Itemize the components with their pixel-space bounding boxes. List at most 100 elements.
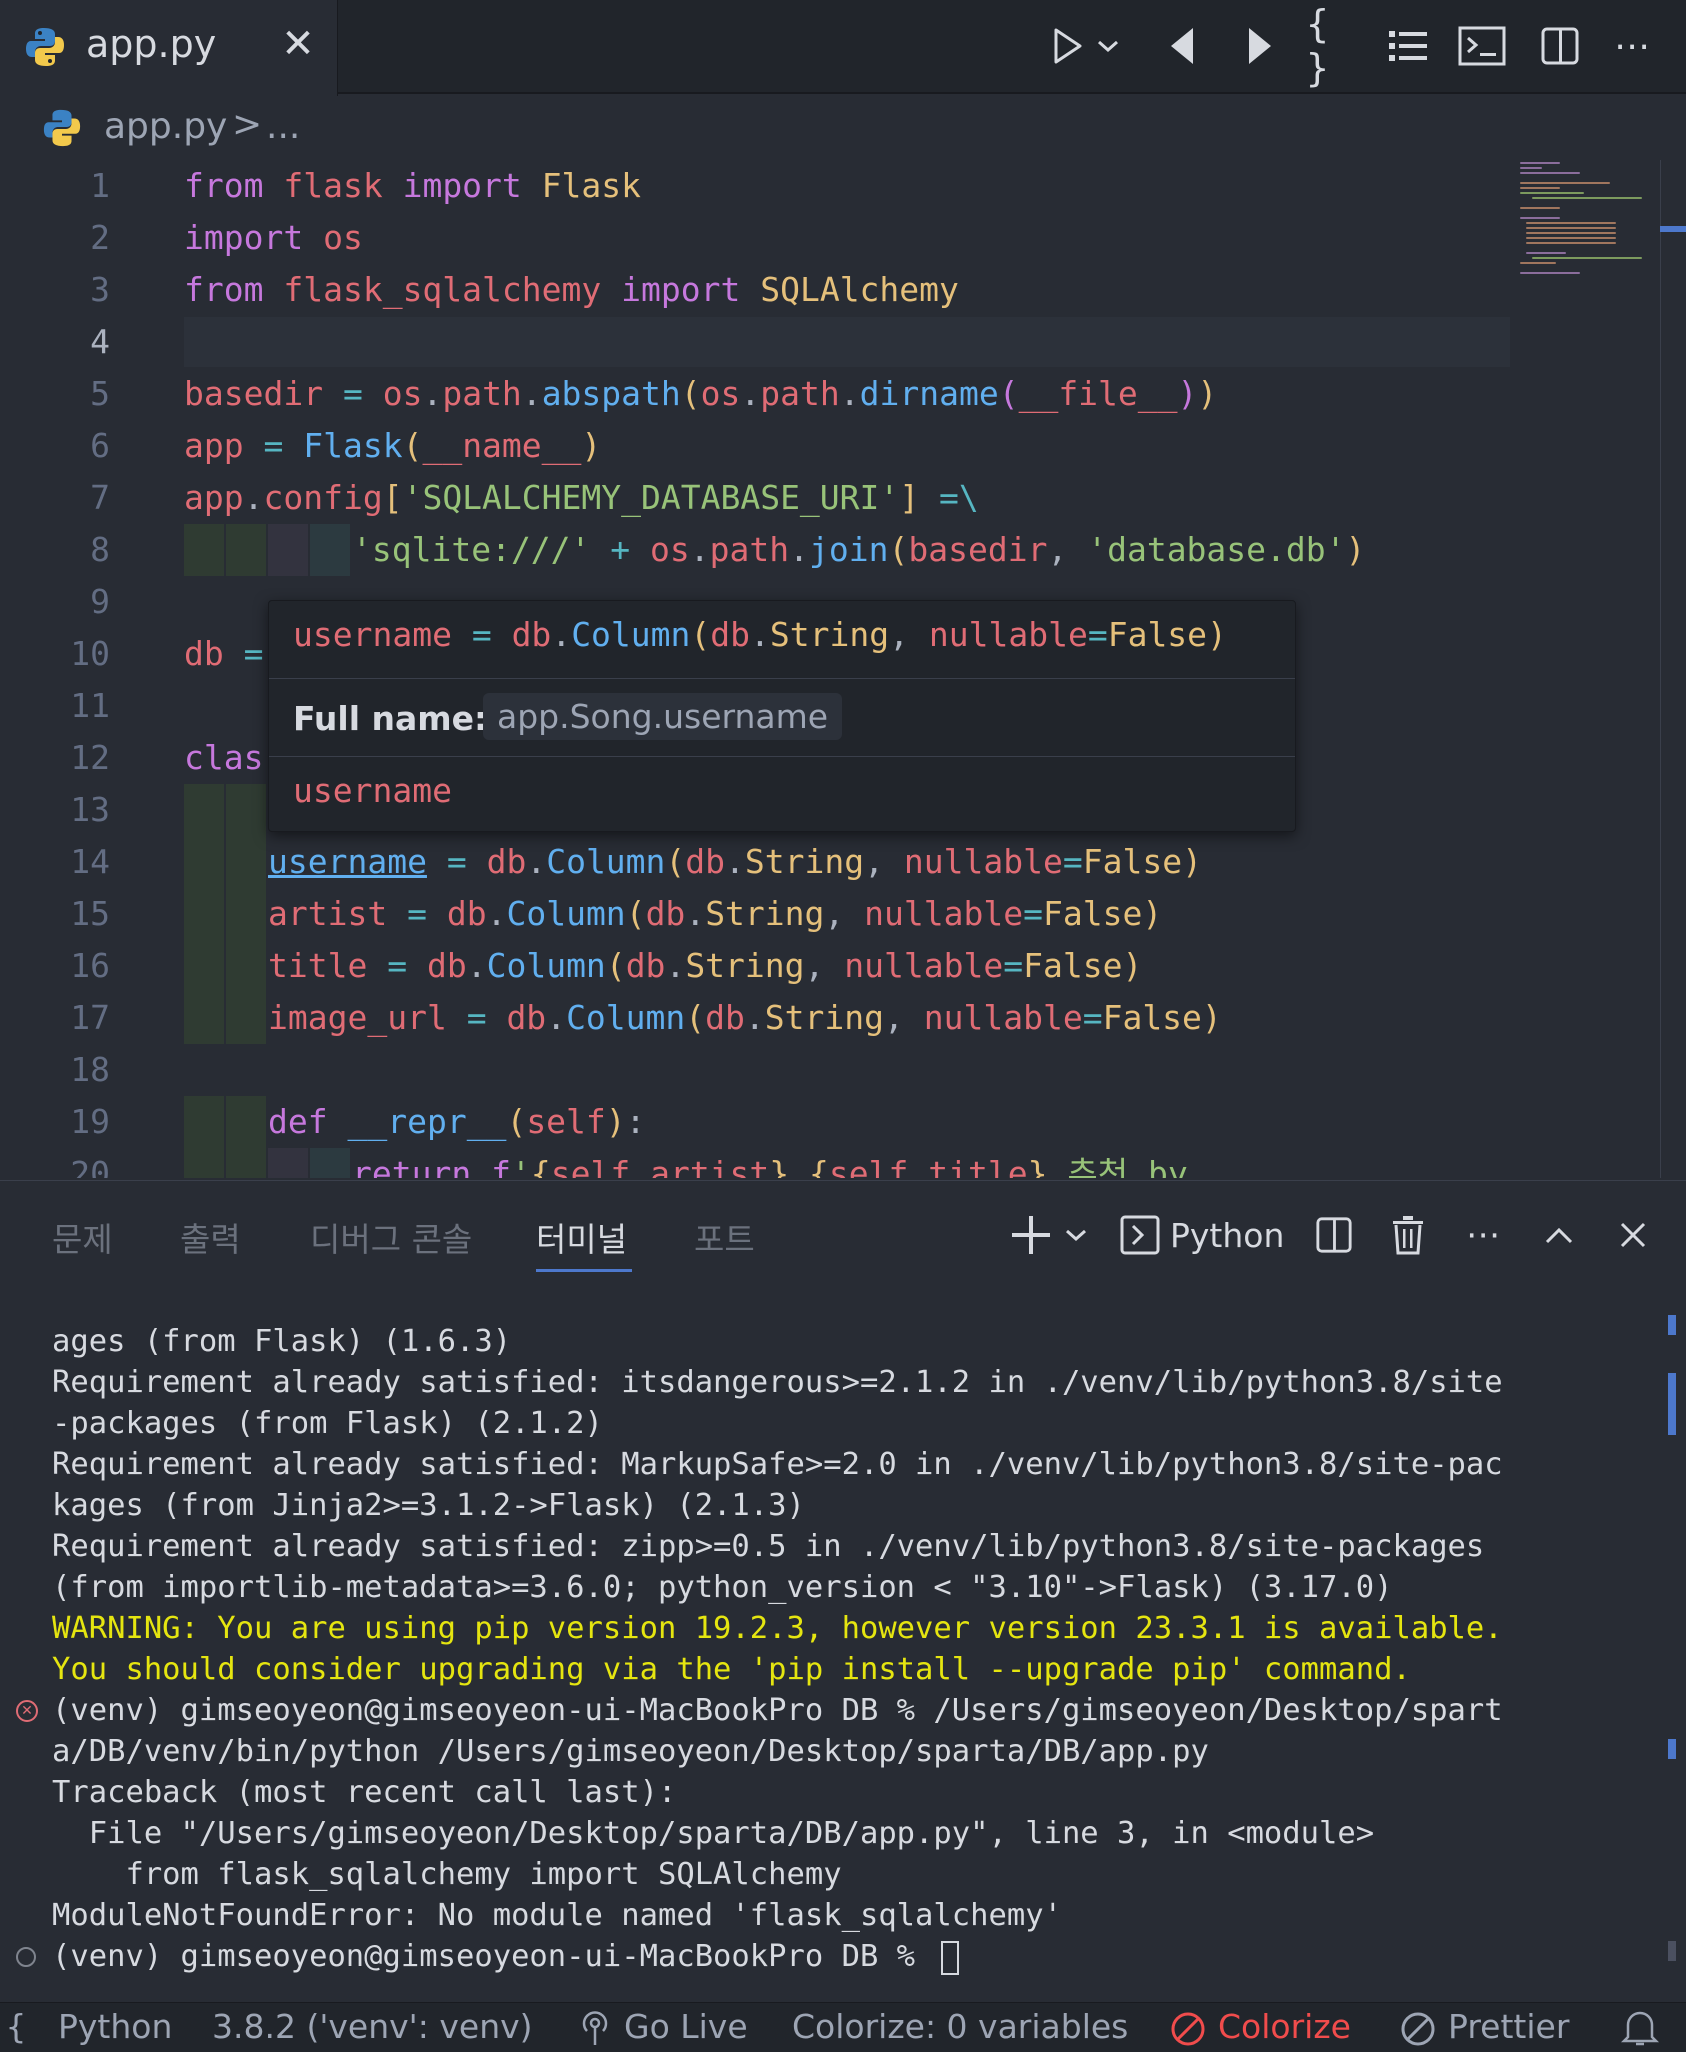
terminal-scrollbar[interactable] bbox=[1668, 1373, 1676, 1435]
terminal-scrollbar[interactable] bbox=[1668, 1315, 1676, 1335]
editor-tab-bar: app.py ✕ { } ⋯ bbox=[0, 0, 1686, 96]
code-line: 1 from flask import Flask bbox=[0, 160, 1686, 212]
next-change-button[interactable] bbox=[1232, 20, 1288, 72]
code-line: 20 return f'{self.artist} {self.title} 추… bbox=[0, 1148, 1686, 1178]
terminal-output[interactable]: ages (from Flask) (1.6.3) Requirement al… bbox=[0, 1315, 1686, 1975]
full-name-label: Full name: bbox=[293, 699, 488, 738]
code-line: 6 app = Flask(__name__) bbox=[0, 420, 1686, 472]
tab-debug-console[interactable]: 디버그 콘솔 bbox=[310, 1213, 472, 1261]
broadcast-icon bbox=[578, 2009, 612, 2052]
line-number: 1 bbox=[90, 166, 110, 205]
code-line: 17 image_url = db.Column(db.String, null… bbox=[0, 992, 1686, 1044]
bottom-panel: 문제 출력 디버그 콘솔 터미널 포트 Python ⋯ ages (from … bbox=[0, 1180, 1686, 2002]
tab-terminal[interactable]: 터미널 bbox=[536, 1213, 627, 1261]
plus-icon bbox=[1012, 1216, 1050, 1254]
maximize-panel-button[interactable] bbox=[1538, 1211, 1580, 1259]
terminal-line: kages (from Jinja2>=3.1.2->Flask) (2.1.3… bbox=[52, 1488, 805, 1523]
line-number: 3 bbox=[90, 270, 110, 309]
colorize-button[interactable]: Colorize bbox=[1218, 2007, 1351, 2046]
terminal-icon bbox=[1120, 1215, 1160, 1255]
close-icon bbox=[1620, 1222, 1646, 1248]
breadcrumb-separator: > bbox=[232, 104, 263, 145]
terminal-button[interactable] bbox=[1454, 20, 1510, 72]
tab-problems[interactable]: 문제 bbox=[52, 1213, 113, 1261]
python-file-icon bbox=[42, 108, 82, 152]
line-number: 5 bbox=[90, 374, 110, 413]
line-number: 14 bbox=[70, 842, 110, 881]
line-number: 19 bbox=[70, 1102, 110, 1141]
split-editor-button[interactable] bbox=[1532, 20, 1588, 72]
prettier-button[interactable]: Prettier bbox=[1448, 2007, 1569, 2046]
editor-tab-app-py[interactable]: app.py ✕ bbox=[0, 0, 338, 96]
more-actions-icon[interactable]: ⋯ bbox=[1462, 1211, 1504, 1259]
close-tab-icon[interactable]: ✕ bbox=[280, 24, 316, 64]
tab-output[interactable]: 출력 bbox=[180, 1213, 241, 1261]
outline-button[interactable] bbox=[1380, 20, 1436, 72]
prettier-disabled-icon bbox=[1400, 2011, 1436, 2052]
split-terminal-button[interactable] bbox=[1314, 1211, 1354, 1259]
run-icon bbox=[1054, 28, 1082, 64]
notifications-bell-icon[interactable] bbox=[1620, 2009, 1660, 2052]
go-live-button[interactable]: Go Live bbox=[624, 2007, 748, 2046]
chevron-up-icon bbox=[1545, 1227, 1573, 1244]
terminal-selector[interactable]: Python bbox=[1120, 1211, 1284, 1259]
terminal-line: Traceback (most recent call last): bbox=[52, 1775, 677, 1810]
braces-button[interactable]: { } bbox=[1306, 2, 1362, 90]
minimap[interactable] bbox=[1512, 160, 1652, 280]
line-number: 6 bbox=[90, 426, 110, 465]
code-line: 16 title = db.Column(db.String, nullable… bbox=[0, 940, 1686, 992]
line-number: 4 bbox=[90, 322, 110, 361]
hover-signature: username = db.Column(db.String, nullable… bbox=[293, 615, 1227, 654]
code-line: 18 bbox=[0, 1044, 1686, 1096]
colorize-variables-count[interactable]: Colorize: 0 variables bbox=[792, 2007, 1128, 2046]
previous-change-icon bbox=[1171, 28, 1193, 64]
split-terminal-icon bbox=[1316, 1217, 1352, 1253]
code-line: 19 def __repr__(self): bbox=[0, 1096, 1686, 1148]
breadcrumb-file[interactable]: app.py bbox=[104, 106, 227, 147]
run-python-file-button[interactable] bbox=[1040, 20, 1130, 72]
terminal-scrollbar[interactable] bbox=[1668, 1941, 1676, 1961]
close-panel-button[interactable] bbox=[1612, 1211, 1654, 1259]
line-number: 15 bbox=[70, 894, 110, 933]
list-icon bbox=[1389, 31, 1427, 61]
tab-ports[interactable]: 포트 bbox=[694, 1213, 755, 1261]
line-number: 18 bbox=[70, 1050, 110, 1089]
code-line: 2 import os bbox=[0, 212, 1686, 264]
terminal-line: ModuleNotFoundError: No module named 'fl… bbox=[52, 1898, 1062, 1933]
colorize-disabled-icon bbox=[1170, 2011, 1206, 2052]
new-terminal-button[interactable] bbox=[1004, 1211, 1094, 1259]
terminal-line: Requirement already satisfied: itsdanger… bbox=[52, 1365, 1503, 1400]
editor-scrollbar[interactable] bbox=[1660, 160, 1686, 1178]
previous-change-button[interactable] bbox=[1154, 20, 1210, 72]
chevron-down-icon bbox=[1098, 40, 1118, 53]
terminal-line: Requirement already satisfied: MarkupSaf… bbox=[52, 1447, 1503, 1482]
breadcrumb-symbols[interactable]: ... bbox=[266, 106, 300, 147]
braces-icon[interactable]: { bbox=[6, 2007, 26, 2046]
line-number: 2 bbox=[90, 218, 110, 257]
terminal-warning-line: WARNING: You are using pip version 19.2.… bbox=[52, 1611, 1503, 1646]
full-name-value: app.Song.username bbox=[483, 693, 843, 740]
code-line: 15 artist = db.Column(db.String, nullabl… bbox=[0, 888, 1686, 940]
trash-icon bbox=[1393, 1216, 1423, 1255]
command-error-icon[interactable]: ✕ bbox=[16, 1700, 38, 1722]
terminal-scrollbar[interactable] bbox=[1668, 1739, 1676, 1759]
line-number: 20 bbox=[70, 1154, 110, 1178]
code-line: 4 bbox=[0, 316, 1686, 368]
code-line: 7 app.config['SQLALCHEMY_DATABASE_URI'] … bbox=[0, 472, 1686, 524]
command-pending-icon[interactable] bbox=[16, 1947, 36, 1967]
more-actions-icon[interactable]: ⋯ bbox=[1604, 20, 1660, 72]
line-number: 13 bbox=[70, 790, 110, 829]
terminal-line: Requirement already satisfied: zipp>=0.5… bbox=[52, 1529, 1485, 1564]
terminal-line: File "/Users/gimseoyeon/Desktop/sparta/D… bbox=[52, 1816, 1375, 1851]
editor-scroll-position[interactable] bbox=[1660, 226, 1686, 232]
kill-terminal-button[interactable] bbox=[1388, 1211, 1428, 1259]
python-interpreter[interactable]: 3.8.2 ('venv': venv) bbox=[212, 2007, 533, 2046]
line-number: 8 bbox=[90, 530, 110, 569]
language-mode[interactable]: Python bbox=[58, 2007, 172, 2046]
split-editor-icon bbox=[1541, 27, 1579, 65]
terminal-cursor bbox=[941, 1940, 960, 1975]
terminal-prompt: (venv) gimseoyeon@gimseoyeon-ui-MacBookP… bbox=[52, 1939, 934, 1974]
code-line: 14 username = db.Column(db.String, nulla… bbox=[0, 836, 1686, 888]
line-number: 11 bbox=[70, 686, 110, 725]
terminal-line: (from importlib-metadata>=3.6.0; python_… bbox=[52, 1570, 1393, 1605]
